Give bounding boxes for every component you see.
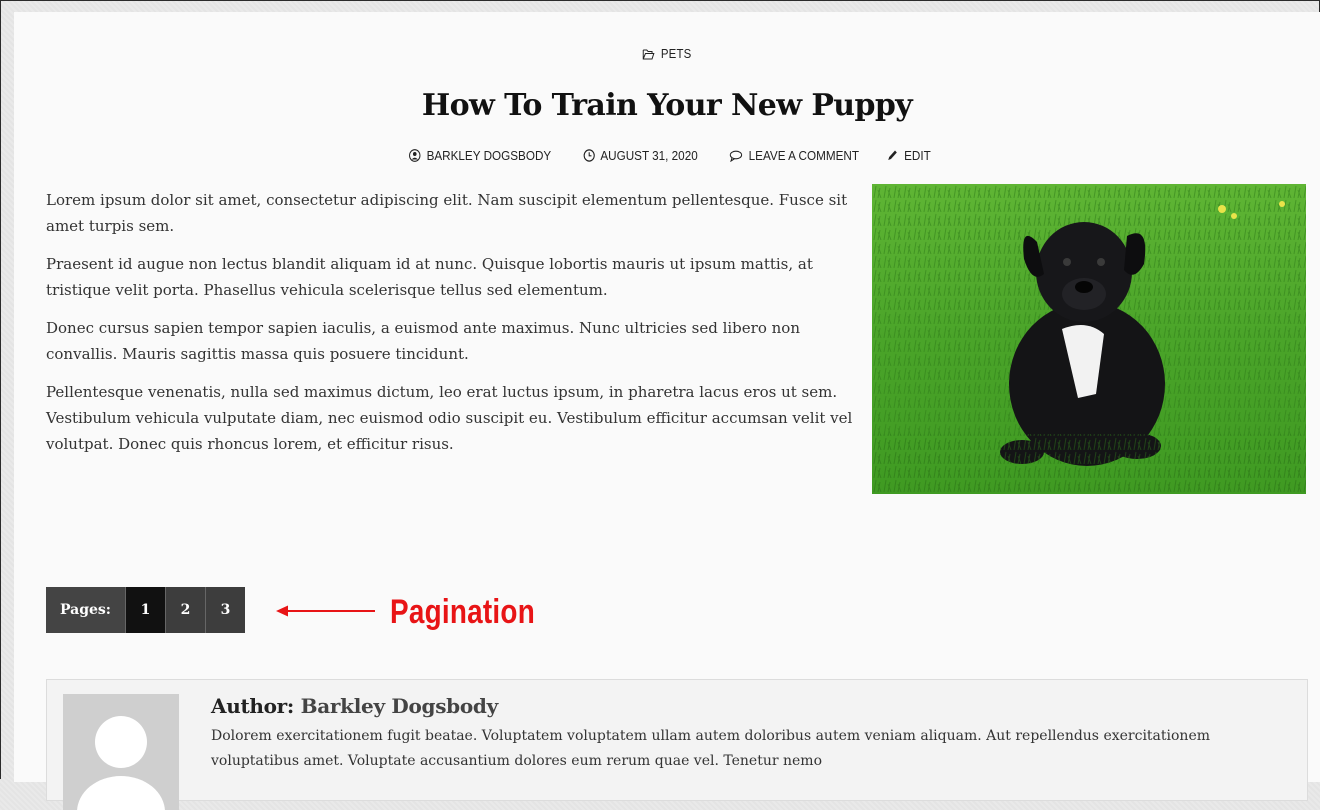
paragraph: Pellentesque venenatis, nulla sed maximu…	[46, 383, 853, 453]
author-box-title: Author: Barkley Dogsbody	[211, 694, 498, 718]
edit-link[interactable]: EDIT	[904, 148, 931, 163]
paragraph: Donec cursus sapien tempor sapien iaculi…	[46, 319, 800, 363]
clock-icon	[583, 148, 600, 163]
paragraph: Praesent id augue non lectus blandit ali…	[46, 255, 813, 299]
author-link[interactable]: BARKLEY DOGSBODY	[427, 148, 552, 163]
pagination-annotation: Pagination	[276, 589, 567, 635]
puppy-photo	[872, 184, 1306, 494]
category-link[interactable]: PETS	[661, 46, 692, 61]
post-content: Lorem ipsum dolor sit amet, consectetur …	[46, 187, 866, 469]
author-box-prefix: Author:	[211, 694, 294, 718]
author-box-name[interactable]: Barkley Dogsbody	[301, 694, 499, 718]
post-category[interactable]: PETS	[92, 46, 1241, 61]
meta-edit[interactable]: EDIT	[886, 148, 930, 163]
pencil-icon	[886, 148, 904, 163]
folder-open-icon	[642, 46, 661, 61]
meta-comment[interactable]: LEAVE A COMMENT	[729, 148, 859, 163]
post-article: PETS How To Train Your New Puppy BARKLEY…	[14, 12, 1320, 810]
comment-icon	[729, 148, 748, 163]
pagination: Pages: 1 2 3	[46, 587, 245, 633]
page-link-3[interactable]: 3	[204, 587, 245, 633]
meta-date[interactable]: AUGUST 31, 2020	[583, 148, 698, 163]
page-link-1[interactable]: 1	[124, 587, 165, 633]
comment-link[interactable]: LEAVE A COMMENT	[748, 148, 858, 163]
user-circle-icon	[409, 148, 427, 163]
arrow-left-icon	[276, 603, 376, 622]
post-meta: BARKLEY DOGSBODY AUGUST 31, 2020 LEAVE A…	[14, 148, 1320, 163]
author-bio: Dolorem exercitationem fugit beatae. Vol…	[211, 728, 1211, 769]
paragraph: Lorem ipsum dolor sit amet, consectetur …	[46, 191, 848, 235]
post-title: How To Train Your New Puppy	[421, 88, 913, 123]
pagination-label: Pages:	[46, 587, 125, 633]
annotation-text: Pagination	[390, 592, 535, 631]
date-link[interactable]: AUGUST 31, 2020	[600, 148, 697, 163]
page-link-2[interactable]: 2	[164, 587, 205, 633]
avatar	[63, 694, 179, 810]
author-box: Author: Barkley Dogsbody Dolorem exercit…	[46, 679, 1308, 810]
meta-author[interactable]: BARKLEY DOGSBODY	[409, 148, 551, 163]
